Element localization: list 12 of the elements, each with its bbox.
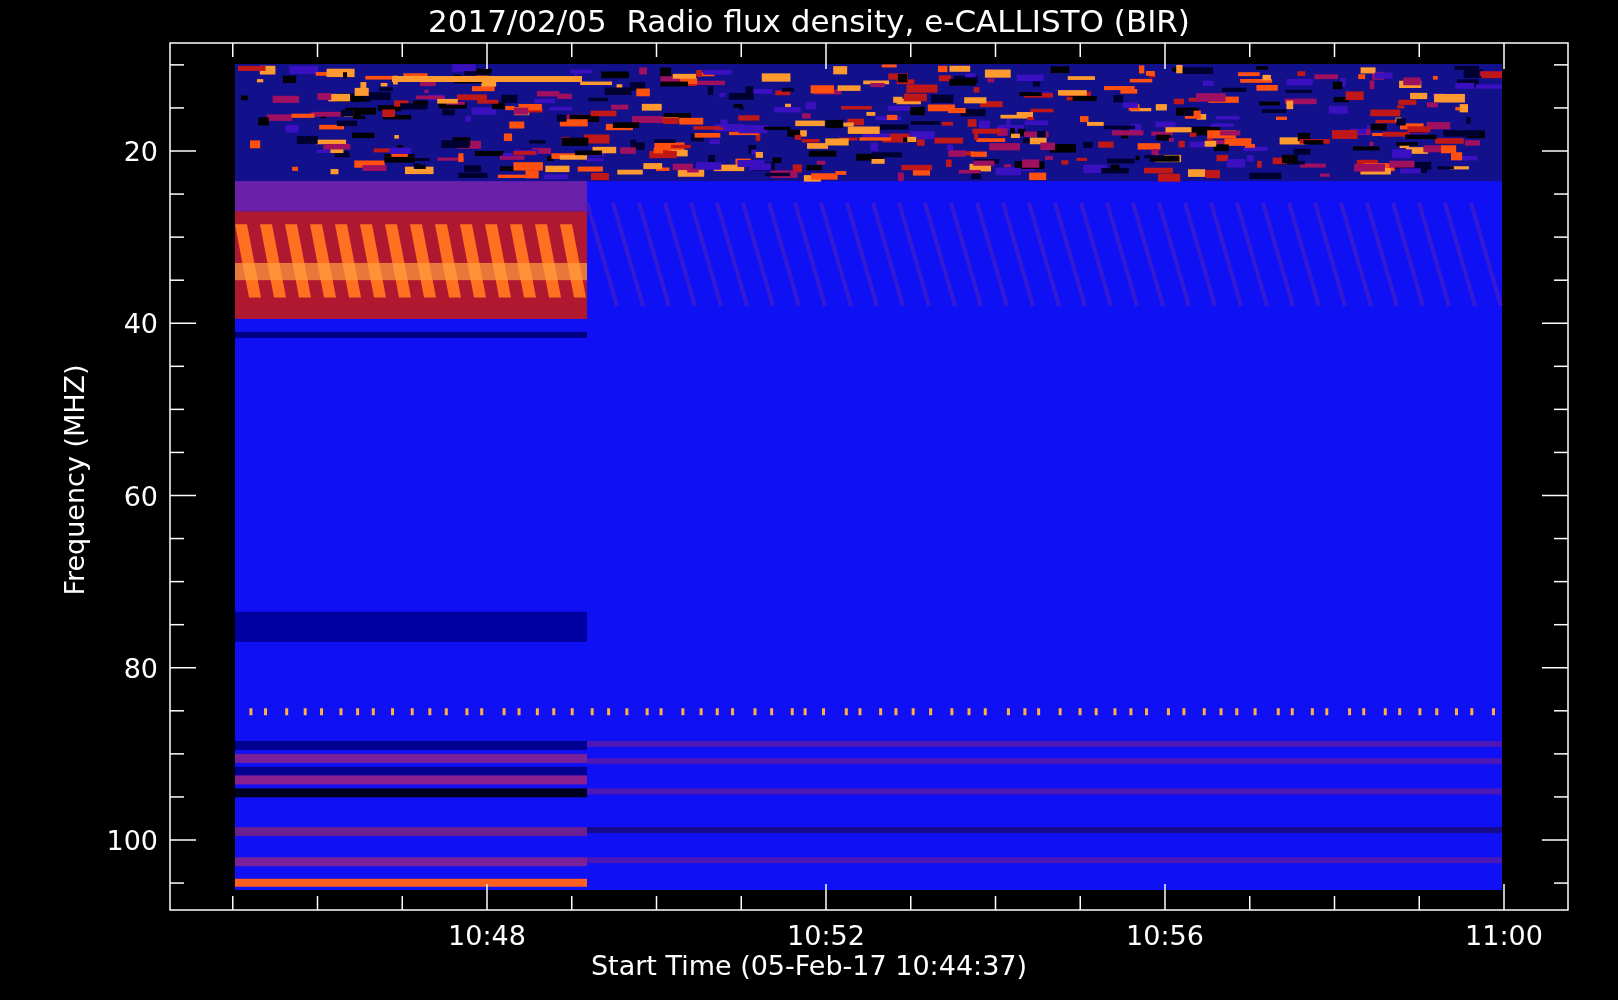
y-tick-label: 20: [123, 136, 158, 167]
x-tick-label: 10:56: [1126, 920, 1204, 951]
y-tick-label: 100: [106, 825, 158, 856]
y-tick-label: 80: [123, 652, 158, 684]
y-tick-label: 40: [123, 308, 158, 340]
y-tick-label: 60: [123, 480, 158, 512]
y-axis-title: Frequency (MHZ): [59, 364, 90, 596]
chart-title: 2017/02/05 Radio flux density, e-CALLISTO (BIR): [428, 3, 1190, 39]
x-tick-label: 10:52: [787, 920, 865, 951]
x-tick-label: 10:48: [448, 920, 526, 951]
x-tick-label: 11:00: [1465, 920, 1543, 951]
x-axis-title: Start Time (05-Feb-17 10:44:37): [590, 950, 1028, 981]
